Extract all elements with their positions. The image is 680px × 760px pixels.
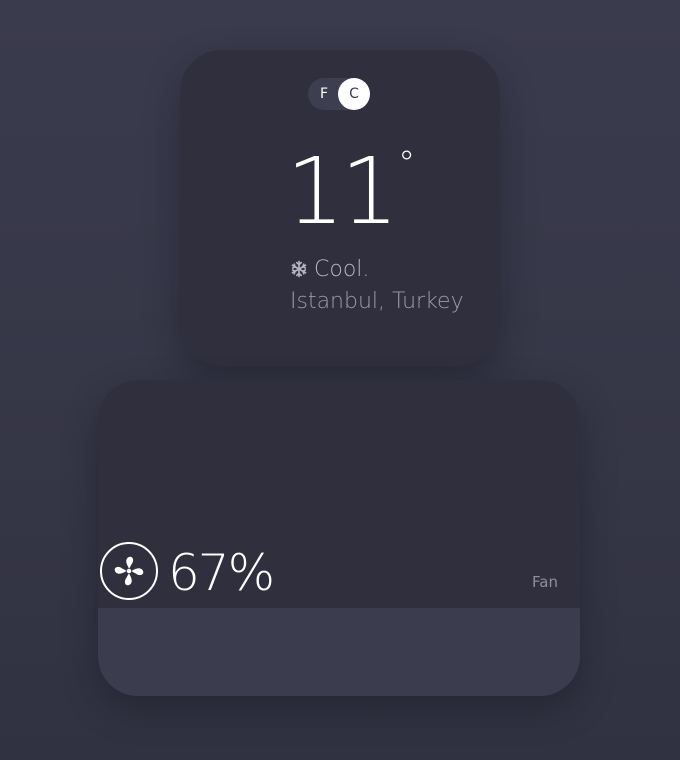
location-text: Istanbul, Turkey — [290, 289, 464, 314]
temperature-value: 11 — [286, 138, 399, 245]
temperature-display: 11 ° — [286, 138, 415, 245]
fan-card[interactable]: 67% Fan — [98, 380, 580, 696]
unit-toggle[interactable]: F C — [308, 78, 370, 110]
weather-card: F C 11 ° Cool. Istanbul, Turkey — [180, 50, 500, 366]
snowflake-icon — [291, 260, 307, 278]
fahrenheit-button[interactable]: F — [308, 78, 340, 110]
fan-icon[interactable] — [100, 542, 158, 600]
fan-speed-value: 67% — [168, 544, 275, 602]
degree-symbol: ° — [398, 144, 416, 184]
celsius-button[interactable]: C — [338, 78, 370, 110]
condition-row: Cool. — [290, 255, 369, 283]
fan-label: Fan — [532, 573, 558, 591]
fan-blades-icon — [114, 556, 144, 586]
condition-text: Cool. — [314, 256, 370, 282]
